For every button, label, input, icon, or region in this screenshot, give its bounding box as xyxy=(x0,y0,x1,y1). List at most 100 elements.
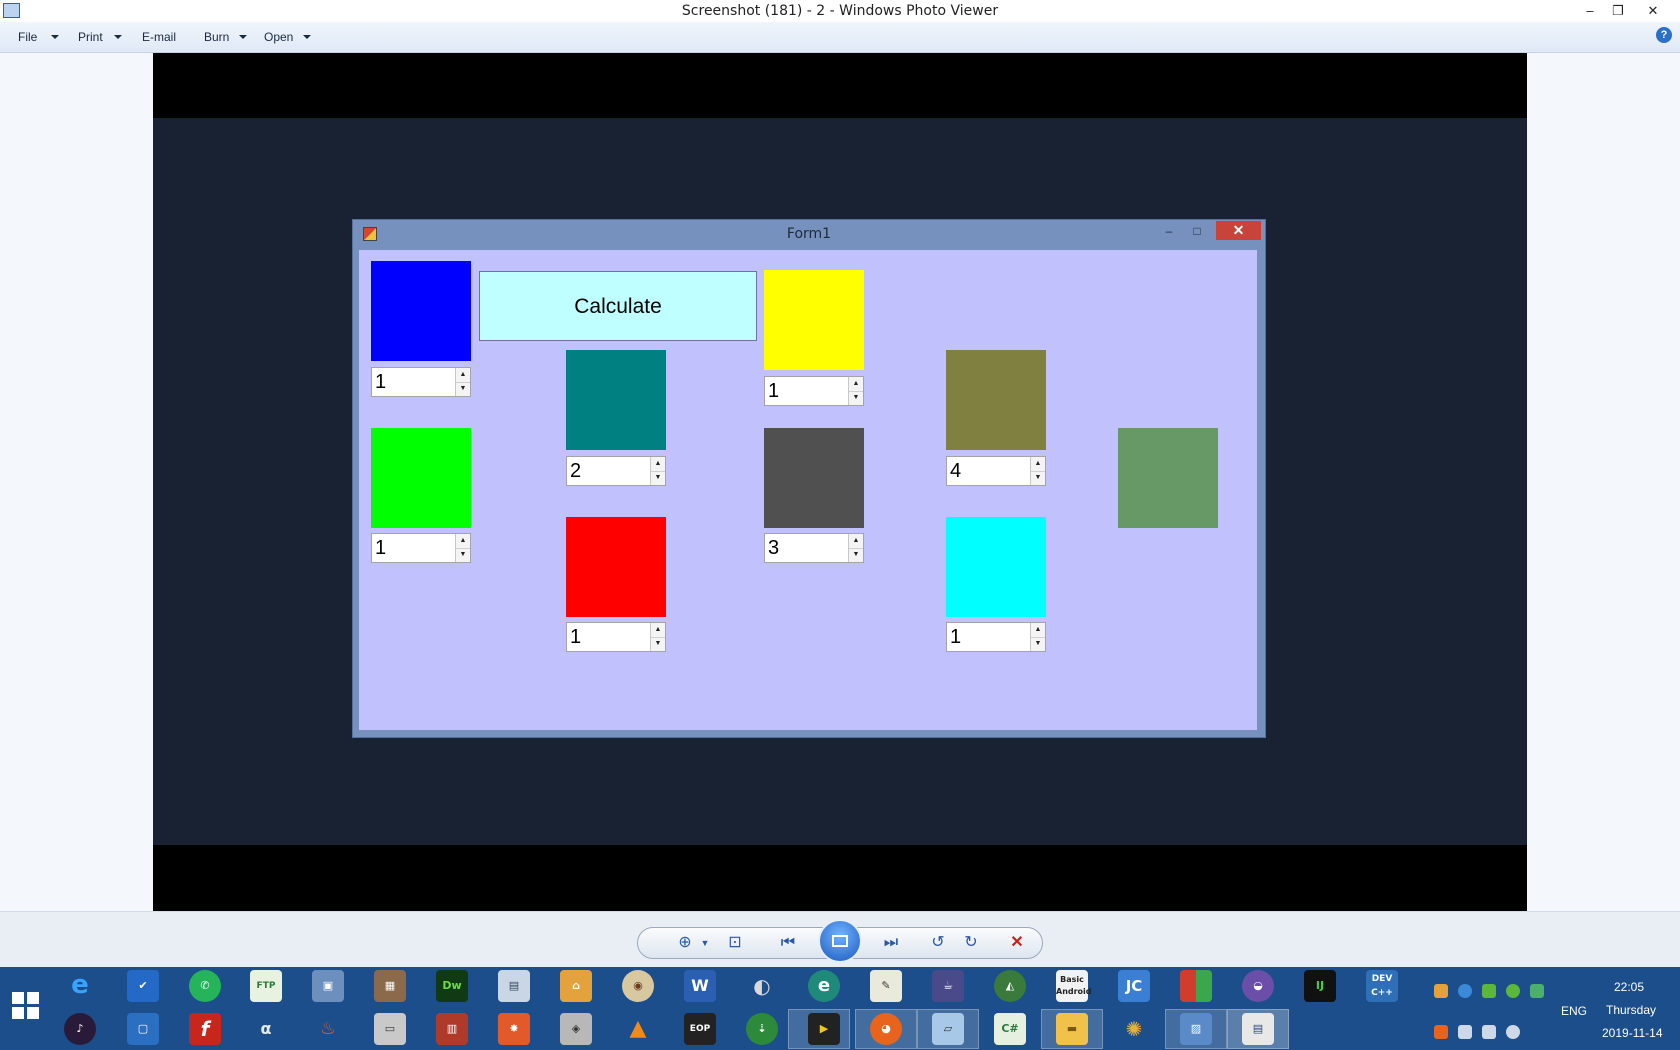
fit-icon[interactable]: ⊡ xyxy=(722,932,748,954)
next-icon[interactable]: ⏭ xyxy=(878,932,904,954)
restore-button[interactable]: ❐ xyxy=(1605,1,1631,21)
numeric-updown-value[interactable]: 1 xyxy=(950,626,961,649)
vlc-icon[interactable]: ▲ xyxy=(622,1013,654,1045)
jcreator-icon[interactable]: JC xyxy=(1118,970,1150,1002)
numeric-updown-value[interactable]: 2 xyxy=(570,460,581,483)
menu-open[interactable]: Open xyxy=(264,30,293,44)
open-dropdown-icon[interactable] xyxy=(303,35,311,39)
tray-notification-icon[interactable] xyxy=(1434,984,1448,998)
flash-icon[interactable]: f xyxy=(189,1013,221,1045)
home-icon[interactable]: ⌂ xyxy=(560,970,592,1002)
numeric-updown-value[interactable]: 1 xyxy=(768,380,779,403)
language-indicator[interactable]: ENG xyxy=(1561,1004,1587,1018)
numeric-updown-value[interactable]: 3 xyxy=(768,537,779,560)
notes-app-icon[interactable]: ▱ xyxy=(932,1013,964,1045)
java-icon[interactable]: ♨ xyxy=(312,1013,344,1045)
spin-up-icon[interactable]: ▲ xyxy=(849,377,863,392)
eclipse-icon[interactable]: ◒ xyxy=(1242,970,1274,1002)
audio-app-icon[interactable]: ◐ xyxy=(746,970,778,1002)
media-player-icon[interactable]: ▶ xyxy=(808,1013,840,1045)
burn-dropdown-icon[interactable] xyxy=(239,35,247,39)
spin-up-icon[interactable]: ▲ xyxy=(1031,457,1045,472)
previous-icon[interactable]: ⏮ xyxy=(775,932,801,954)
volume-icon[interactable] xyxy=(1506,1025,1520,1039)
file-dropdown-icon[interactable] xyxy=(51,35,59,39)
tray-nvidia-icon[interactable] xyxy=(1482,984,1496,998)
spin-up-icon[interactable]: ▲ xyxy=(456,368,470,383)
clock-time[interactable]: 22:05 xyxy=(1614,980,1644,994)
music-app-icon[interactable]: ♪ xyxy=(64,1013,96,1045)
spin-down-icon[interactable]: ▼ xyxy=(651,637,665,651)
calculator-icon[interactable]: ▤ xyxy=(498,970,530,1002)
spin-down-icon[interactable]: ▼ xyxy=(1031,471,1045,485)
csharp-icon[interactable]: C# xyxy=(994,1013,1026,1045)
jdk-icon[interactable]: ☕ xyxy=(932,970,964,1002)
menu-file[interactable]: File xyxy=(18,30,37,44)
form-minimize-button[interactable]: – xyxy=(1157,222,1181,240)
form-maximize-button[interactable]: □ xyxy=(1185,222,1209,240)
form-app-taskbar-icon[interactable]: ▤ xyxy=(1242,1013,1274,1045)
tray-security-icon[interactable] xyxy=(1530,984,1544,998)
film-icon[interactable]: ▦ xyxy=(374,970,406,1002)
spin-up-icon[interactable]: ▲ xyxy=(651,623,665,638)
spin-up-icon[interactable]: ▲ xyxy=(849,534,863,549)
menu-print[interactable]: Print xyxy=(78,30,103,44)
close-button[interactable]: ✕ xyxy=(1640,1,1666,21)
spin-up-icon[interactable]: ▲ xyxy=(456,534,470,549)
tray-flag-icon[interactable] xyxy=(1434,1025,1448,1039)
todo-icon[interactable]: ✔ xyxy=(127,970,159,1002)
winrar-icon[interactable]: ▥ xyxy=(436,1013,468,1045)
window-manager-icon[interactable]: ▢ xyxy=(127,1013,159,1045)
tray-up-arrow-icon[interactable] xyxy=(1458,1025,1472,1039)
internet-download-icon[interactable]: ⇣ xyxy=(746,1013,778,1045)
numeric-updown-value[interactable]: 1 xyxy=(375,537,386,560)
help-icon[interactable]: ? xyxy=(1656,27,1672,43)
spin-up-icon[interactable]: ▲ xyxy=(1031,623,1045,638)
numeric-updown-value[interactable]: 1 xyxy=(375,371,386,394)
spin-down-icon[interactable]: ▼ xyxy=(651,471,665,485)
file-explorer-icon[interactable]: ▬ xyxy=(1056,1013,1088,1045)
word-icon[interactable]: W xyxy=(684,970,716,1002)
delete-icon[interactable]: ✕ xyxy=(1004,932,1030,954)
devcpp-icon[interactable]: DEV C++ xyxy=(1366,970,1398,1002)
minimize-button[interactable]: – xyxy=(1577,1,1603,21)
network-icon[interactable] xyxy=(1482,1025,1496,1039)
numeric-updown-value[interactable]: 1 xyxy=(570,626,581,649)
zoom-dropdown-icon[interactable]: ▼ xyxy=(692,932,718,954)
tray-info-icon[interactable] xyxy=(1458,984,1472,998)
spin-down-icon[interactable]: ▼ xyxy=(456,548,470,562)
spin-down-icon[interactable]: ▼ xyxy=(849,391,863,405)
internet-explorer-icon[interactable]: e xyxy=(64,970,96,1002)
numeric-updown-blue[interactable]: 1 ▲ ▼ xyxy=(371,367,471,397)
alpha-app-icon[interactable]: α xyxy=(250,1013,282,1045)
intellij-icon[interactable]: IJ xyxy=(1304,970,1336,1002)
cuteftp-icon[interactable]: FTP xyxy=(250,970,282,1002)
numeric-updown-cyan[interactable]: 1 ▲ ▼ xyxy=(946,622,1046,652)
monitor-app-icon[interactable]: ▭ xyxy=(374,1013,406,1045)
rotate-left-icon[interactable]: ↺ xyxy=(925,932,951,954)
numeric-updown-yellow[interactable]: 1 ▲ ▼ xyxy=(764,376,864,406)
tray-network-app-icon[interactable] xyxy=(1506,984,1520,998)
photo-viewer-taskbar-icon[interactable]: ▨ xyxy=(1180,1013,1212,1045)
app-blocks-icon[interactable] xyxy=(1180,970,1212,1002)
print-dropdown-icon[interactable] xyxy=(114,35,122,39)
numeric-updown-red[interactable]: 1 ▲ ▼ xyxy=(566,622,666,652)
menu-email[interactable]: E-mail xyxy=(142,30,176,44)
spin-up-icon[interactable]: ▲ xyxy=(651,457,665,472)
notepadpp-icon[interactable]: ✎ xyxy=(870,970,902,1002)
edge-app-icon[interactable]: e xyxy=(808,970,840,1002)
spin-down-icon[interactable]: ▼ xyxy=(456,382,470,396)
dreamweaver-icon[interactable]: Dw xyxy=(436,970,468,1002)
menu-burn[interactable]: Burn xyxy=(204,30,229,44)
android-studio-icon[interactable]: ◭ xyxy=(994,970,1026,1002)
numeric-updown-teal[interactable]: 2 ▲ ▼ xyxy=(566,456,666,486)
spin-down-icon[interactable]: ▼ xyxy=(849,548,863,562)
dvd-icon[interactable]: ◉ xyxy=(622,970,654,1002)
firefox-icon[interactable]: ◕ xyxy=(870,1013,902,1045)
remote-desktop-icon[interactable]: ▣ xyxy=(312,970,344,1002)
basic-android-icon[interactable]: Basic Android xyxy=(1056,970,1092,1002)
slideshow-icon[interactable] xyxy=(832,935,848,947)
spin-down-icon[interactable]: ▼ xyxy=(1031,637,1045,651)
form-close-button[interactable]: ✕ xyxy=(1216,221,1261,240)
numeric-updown-value[interactable]: 4 xyxy=(950,460,961,483)
